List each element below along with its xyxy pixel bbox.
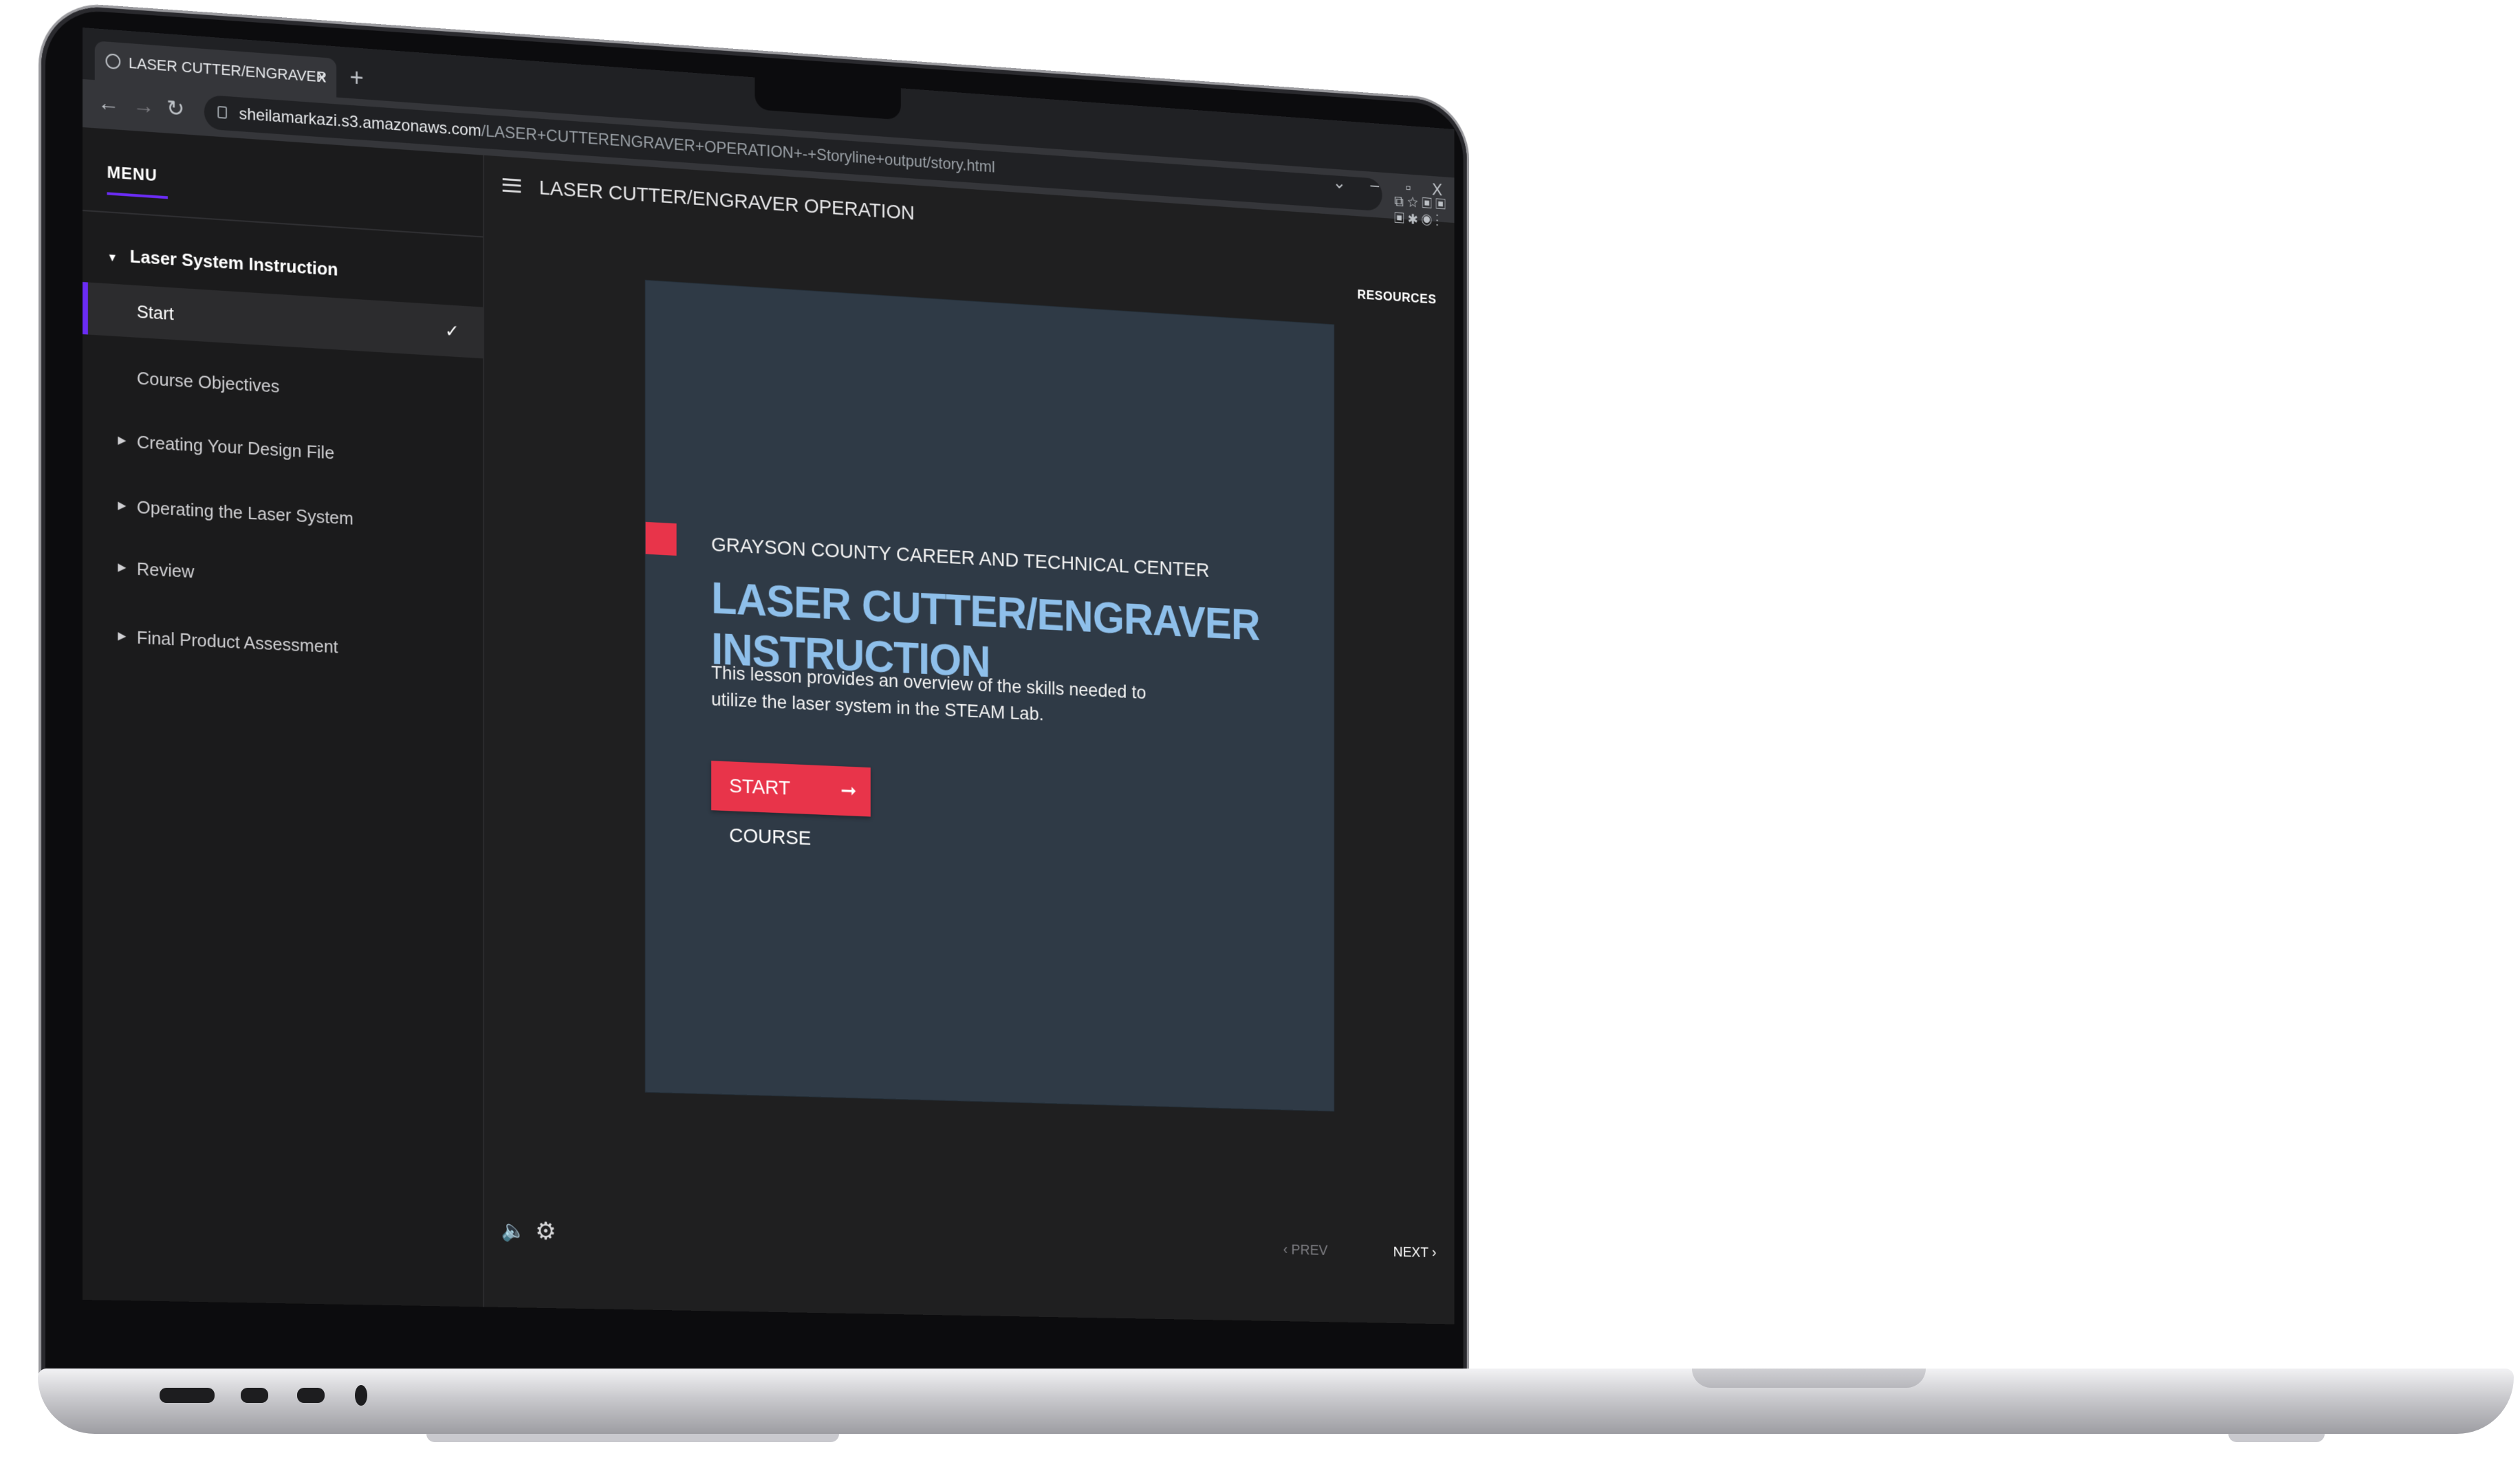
divider	[83, 210, 484, 238]
globe-icon	[105, 53, 121, 69]
lock-icon	[217, 105, 228, 119]
menu-item-label: Review	[136, 558, 195, 582]
usb-c-port	[297, 1388, 325, 1403]
menu-item-label: Course Objectives	[136, 367, 280, 397]
menu-item-final-product-assessment[interactable]: ▶ Final Product Assessment	[83, 609, 483, 679]
prev-button[interactable]: ‹ PREV	[1283, 1241, 1328, 1259]
tab-close-icon[interactable]: x	[318, 57, 326, 96]
usb-c-port	[241, 1388, 268, 1403]
laptop-opening-notch	[1692, 1369, 1926, 1388]
laptop-foot	[2228, 1434, 2325, 1442]
laptop-screen: LASER CUTTER/ENGRAVER OPER x + ⌄ – ▫ X ←…	[83, 28, 1455, 1325]
forward-arrow-icon[interactable]: →	[133, 92, 154, 119]
menu-sidebar: MENU ▼ Laser System Instruction Start ✓ C…	[83, 127, 485, 1307]
menu-item-label: Start	[136, 301, 174, 325]
browser-extension-icons[interactable]: ⧉ ☆ ▣ ▣ ▣ ✱ ◉ ⋮	[1394, 193, 1454, 230]
new-tab-button[interactable]: +	[349, 63, 363, 92]
start-course-button[interactable]: START COURSE ➞	[711, 761, 871, 849]
next-button[interactable]: NEXT ›	[1393, 1243, 1437, 1261]
menu-item-label: Creating Your Design File	[136, 431, 335, 464]
arrow-right-icon: ➞	[840, 779, 857, 803]
menu-item-label: Final Product Assessment	[136, 627, 338, 657]
back-arrow-icon[interactable]: ←	[98, 90, 120, 117]
section-title: Laser System Instruction	[129, 246, 338, 280]
resources-button[interactable]: RESOURCES	[1357, 287, 1436, 307]
laptop-foot	[426, 1434, 839, 1442]
tab-search-icon[interactable]: ⌄	[1333, 172, 1346, 193]
accent-square	[645, 521, 677, 556]
restore-button[interactable]: ▫	[1406, 177, 1411, 198]
window-close-button[interactable]: X	[1432, 179, 1442, 200]
player-bottombar: 🔈 ⚙ ‹ PREV NEXT ›	[483, 1209, 1454, 1289]
caret-right-icon: ▶	[118, 561, 127, 574]
organization-name: GRAYSON COUNTY CAREER AND TECHNICAL CENT…	[711, 533, 1210, 582]
hdmi-port	[160, 1388, 215, 1403]
start-course-label: START COURSE	[729, 774, 812, 850]
next-label: NEXT	[1393, 1243, 1429, 1261]
section-laser-system-instruction[interactable]: ▼ Laser System Instruction	[107, 244, 338, 280]
caret-down-icon: ▼	[107, 252, 118, 265]
volume-icon[interactable]: 🔈	[501, 1219, 526, 1243]
hamburger-menu-icon[interactable]	[502, 177, 521, 193]
caret-right-icon: ▶	[118, 630, 127, 642]
menu-item-course-objectives[interactable]: Course Objectives	[83, 349, 483, 424]
slide-canvas: GRAYSON COUNTY CAREER AND TECHNICAL CENT…	[645, 280, 1334, 1111]
menu-item-label: Operating the Laser System	[136, 497, 354, 529]
reload-icon[interactable]: ↻	[166, 95, 184, 122]
headphone-jack	[355, 1385, 367, 1406]
minimize-button[interactable]: –	[1371, 175, 1380, 195]
gear-icon[interactable]: ⚙	[535, 1217, 556, 1245]
caret-right-icon: ▶	[118, 434, 127, 447]
menu-item-operating-laser-system[interactable]: ▶ Operating the Laser System	[83, 478, 483, 551]
menu-item-creating-design-file[interactable]: ▶ Creating Your Design File	[83, 413, 483, 487]
prev-label: PREV	[1291, 1241, 1328, 1259]
laptop-base	[38, 1369, 2514, 1434]
course-title: LASER CUTTER/ENGRAVER OPERATION	[539, 176, 915, 225]
menu-item-review[interactable]: ▶ Review	[83, 540, 483, 612]
storyline-player: MENU ▼ Laser System Instruction Start ✓ C…	[83, 127, 1455, 1325]
menu-tab-indicator	[107, 192, 168, 199]
menu-tab[interactable]: MENU	[107, 163, 158, 186]
checkmark-icon: ✓	[444, 320, 459, 342]
menu-item-start[interactable]: Start ✓	[83, 282, 484, 359]
caret-right-icon: ▶	[118, 499, 127, 512]
url-domain: sheilamarkazi.s3.amazonaws.com	[239, 105, 481, 140]
